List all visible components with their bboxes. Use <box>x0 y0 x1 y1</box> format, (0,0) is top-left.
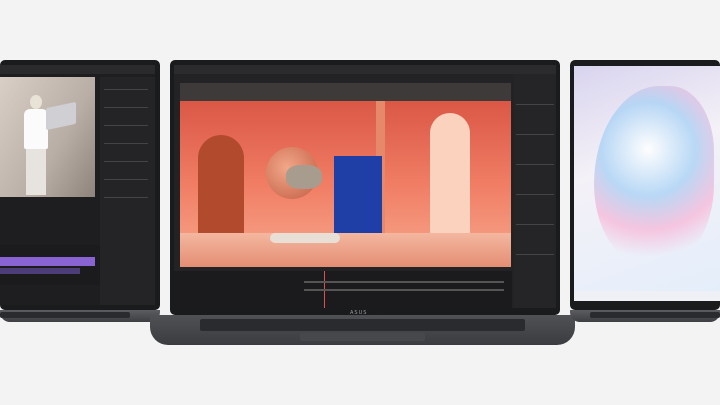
left-properties-panel <box>100 77 155 305</box>
center-trackpad <box>300 333 425 341</box>
taskbar <box>574 291 720 301</box>
center-timeline <box>174 271 512 308</box>
left-laptop <box>0 60 160 330</box>
center-keyboard-deck <box>200 319 525 331</box>
right-keyboard-deck <box>590 312 720 318</box>
center-laptop-base: ASUS <box>150 310 575 345</box>
right-laptop-base <box>570 310 720 322</box>
laptop-prop <box>46 101 76 131</box>
left-timeline <box>0 245 100 285</box>
scene-arch-right <box>430 113 470 233</box>
left-laptop-base <box>0 310 160 322</box>
left-laptop-screen <box>0 65 155 305</box>
center-laptop-screen <box>174 65 556 308</box>
scene-ceiling <box>180 83 511 101</box>
center-laptop-bezel <box>170 60 560 315</box>
center-scene-canvas <box>180 83 511 267</box>
glass-sculpture <box>594 86 714 266</box>
timeline-track-2 <box>304 289 504 291</box>
right-laptop-bezel <box>570 60 720 310</box>
timeline-track <box>304 281 504 283</box>
center-laptop: ASUS <box>150 60 575 350</box>
scene-floor <box>180 233 511 267</box>
center-brand-logo: ASUS <box>350 310 368 316</box>
scene-rock <box>286 165 322 189</box>
right-laptop <box>565 60 720 330</box>
left-photo-canvas <box>0 77 95 197</box>
left-keyboard-deck <box>0 312 130 318</box>
left-laptop-bezel <box>0 60 160 310</box>
left-menu-bar <box>0 65 155 74</box>
scene-lounge-chair <box>270 233 340 243</box>
scene-arch-left <box>198 135 244 245</box>
center-effects-panel <box>514 74 556 308</box>
center-menu-bar <box>174 65 556 74</box>
right-laptop-screen <box>574 66 720 301</box>
timeline-clip-secondary <box>0 268 80 274</box>
person-figure <box>22 95 48 195</box>
timeline-clip <box>0 257 95 266</box>
